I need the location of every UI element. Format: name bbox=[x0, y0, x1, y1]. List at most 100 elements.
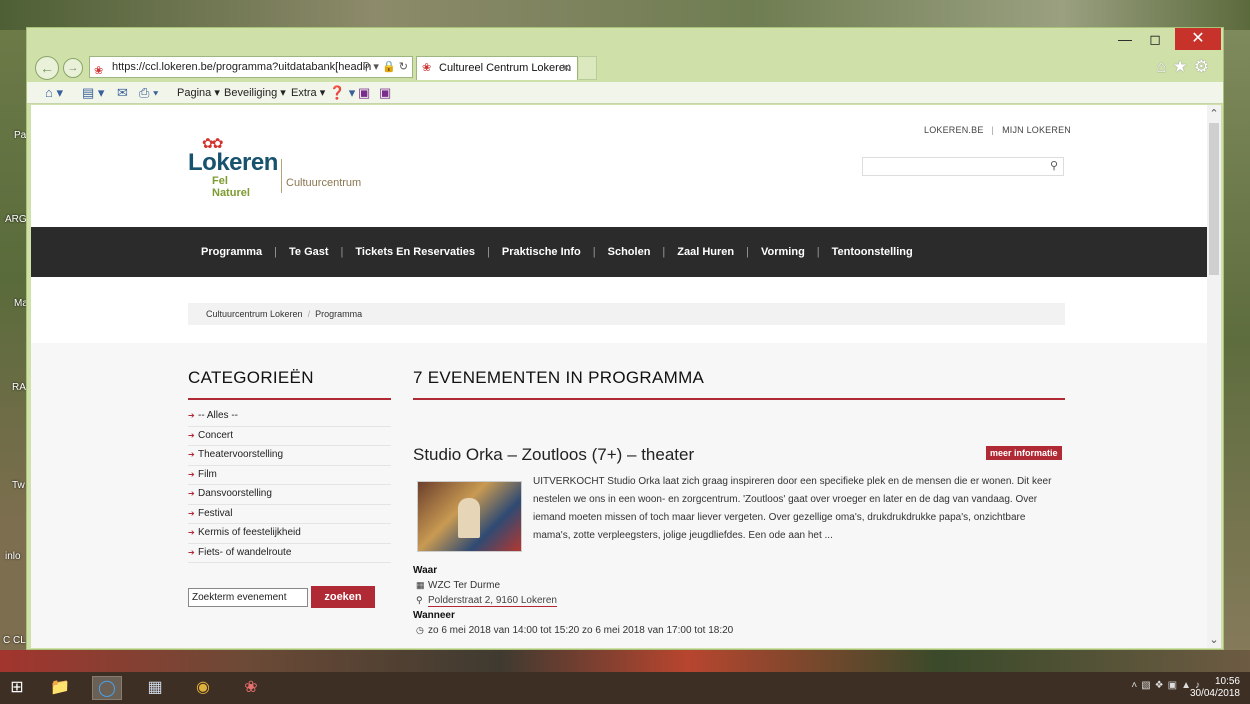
beveiliging-label: Beveiliging bbox=[224, 87, 278, 99]
separator: / bbox=[307, 309, 311, 319]
separator: | bbox=[340, 246, 344, 258]
link-lokeren-be[interactable]: LOKEREN.BE bbox=[924, 125, 984, 135]
nav-scholen[interactable]: Scholen bbox=[608, 246, 651, 258]
calculator-icon[interactable]: ▦ bbox=[140, 676, 170, 700]
dropbox-icon[interactable]: ❖ bbox=[1155, 680, 1168, 691]
file-explorer-icon[interactable]: 📁 bbox=[45, 676, 75, 700]
rss-icon[interactable]: ▤ ▾ bbox=[82, 85, 104, 101]
mail-icon[interactable]: ✉ bbox=[117, 85, 128, 101]
event-search-input[interactable] bbox=[188, 588, 308, 607]
category-item[interactable]: -- Alles -- bbox=[188, 407, 391, 427]
logo-sub-text: Fel Naturel bbox=[212, 175, 250, 199]
vertical-scrollbar[interactable]: ⌃ ⌄ bbox=[1207, 105, 1221, 648]
minimize-button[interactable]: — bbox=[1109, 28, 1141, 50]
print-icon[interactable]: ⎙ ▾ bbox=[139, 85, 158, 101]
events-count-title: 7 EVENEMENTEN IN PROGRAMMA bbox=[413, 368, 705, 387]
command-bar: ⌂ ▾ ▤ ▾ ✉ ⎙ ▾ Pagina ▾ Beveiliging ▾ Ext… bbox=[27, 82, 1223, 104]
desktop-label: Pa bbox=[14, 130, 27, 141]
scroll-up-icon[interactable]: ⌃ bbox=[1207, 107, 1221, 120]
help-icon[interactable]: ❓ ▾ bbox=[329, 85, 355, 101]
category-item[interactable]: Fiets- of wandelroute bbox=[188, 544, 391, 563]
page-viewport: LOKEREN.BE | MIJN LOKEREN ✿✿ Lokeren Fel N… bbox=[31, 105, 1207, 648]
event-datetime: zo 6 mei 2018 van 14:00 tot 15:20 zo 6 m… bbox=[428, 625, 734, 636]
tray-arrow-icon[interactable]: ˄ bbox=[1131, 680, 1141, 691]
nav-praktische-info[interactable]: Praktische Info bbox=[502, 246, 581, 258]
extra-menu[interactable]: Extra ▾ bbox=[291, 85, 325, 101]
nav-zaal-huren[interactable]: Zaal Huren bbox=[677, 246, 734, 258]
internet-explorer-icon[interactable]: ◯ bbox=[92, 676, 122, 700]
refresh-icon[interactable]: ↻ bbox=[399, 61, 408, 73]
tab-favicon-icon: ❀ bbox=[422, 62, 432, 74]
main-navigation: Programma | Te Gast | Tickets En Reservati… bbox=[31, 227, 1207, 277]
back-button[interactable]: ← bbox=[35, 56, 59, 80]
category-item[interactable]: Kermis of feestelijkheid bbox=[188, 524, 391, 544]
home-icon[interactable]: ⌂ ▾ bbox=[45, 85, 63, 101]
forward-button[interactable]: → bbox=[63, 58, 83, 78]
desktop-right bbox=[1223, 30, 1250, 650]
more-info-button[interactable]: meer informatie bbox=[986, 446, 1062, 460]
category-list: -- Alles -- Concert Theatervoorstelling … bbox=[188, 407, 391, 563]
onenote-send-icon[interactable]: ▣ bbox=[379, 85, 391, 101]
category-item[interactable]: Festival bbox=[188, 505, 391, 524]
desktop-label: ARG bbox=[5, 214, 27, 225]
paint-icon[interactable]: ❀ bbox=[236, 676, 266, 700]
category-item[interactable]: Film bbox=[188, 466, 391, 485]
taskbar-clock[interactable]: 10:56 30/04/2018 bbox=[1190, 676, 1240, 700]
zoeken-button[interactable]: zoeken bbox=[311, 586, 375, 608]
dropdown-icon[interactable]: ▾ bbox=[373, 61, 379, 73]
pdf-icon[interactable]: ▣ bbox=[1168, 680, 1181, 691]
site-search-input[interactable]: ⚲ bbox=[862, 157, 1064, 176]
title-bar: — ◻ ✕ bbox=[27, 28, 1223, 52]
category-item[interactable]: Dansvoorstelling bbox=[188, 485, 391, 505]
venue-address-link[interactable]: Polderstraat 2, 9160 Lokeren bbox=[428, 595, 557, 607]
link-mijn-lokeren[interactable]: MIJN LOKEREN bbox=[1002, 125, 1071, 135]
beveiliging-menu[interactable]: Beveiliging ▾ bbox=[224, 85, 286, 101]
logo-divider bbox=[281, 159, 282, 193]
address-bar[interactable]: ❀ https://ccl.lokeren.be/programma?uitda… bbox=[89, 56, 413, 78]
separator: | bbox=[487, 246, 490, 258]
windows-start-icon[interactable]: ⊞ bbox=[2, 676, 32, 700]
breadcrumb-band: Cultuurcentrum Lokeren / Programma bbox=[31, 277, 1207, 343]
event-title[interactable]: Studio Orka – Zoutloos (7+) – theater bbox=[413, 445, 694, 465]
separator: | bbox=[662, 246, 666, 258]
scroll-down-icon[interactable]: ⌄ bbox=[1207, 633, 1221, 646]
separator: | bbox=[274, 246, 277, 258]
taskbar: ⊞ 📁 ◯ ▦ ◉ ❀ ˄▧❖▣▲♪ 10:56 30/04/2018 bbox=[0, 672, 1250, 704]
tray-phone-icon[interactable]: ▧ bbox=[1141, 680, 1154, 691]
pagina-label: Pagina bbox=[177, 87, 212, 99]
search-icon[interactable]: ⚲ bbox=[362, 61, 370, 73]
nav-tentoonstelling[interactable]: Tentoonstelling bbox=[832, 246, 913, 258]
nav-te-gast[interactable]: Te Gast bbox=[289, 246, 329, 258]
desktop-label: C CL bbox=[3, 635, 26, 646]
desktop-bottom bbox=[0, 650, 1250, 672]
search-icon[interactable]: ⚲ bbox=[1050, 159, 1058, 172]
map-pin-icon: ⚲ bbox=[416, 595, 423, 605]
home-icon[interactable]: ⌂ bbox=[1156, 57, 1172, 76]
nav-programma[interactable]: Programma bbox=[201, 246, 262, 258]
chrome-icon[interactable]: ◉ bbox=[188, 676, 218, 700]
nav-vorming[interactable]: Vorming bbox=[761, 246, 805, 258]
lock-icon[interactable]: 🔒 bbox=[382, 61, 396, 73]
breadcrumb-current: Programma bbox=[315, 309, 363, 319]
pagina-menu[interactable]: Pagina ▾ bbox=[177, 85, 220, 101]
maximize-button[interactable]: ◻ bbox=[1139, 28, 1171, 50]
favorites-star-icon[interactable]: ★ bbox=[1173, 57, 1194, 76]
nav-tickets[interactable]: Tickets En Reservaties bbox=[355, 246, 475, 258]
logo-main-text: Lokeren bbox=[188, 149, 278, 176]
main-nav-items: Programma | Te Gast | Tickets En Reservati… bbox=[201, 227, 913, 277]
scroll-thumb[interactable] bbox=[1209, 123, 1219, 275]
event-image[interactable] bbox=[417, 481, 522, 552]
category-item[interactable]: Theatervoorstelling bbox=[188, 446, 391, 466]
tab-close-icon[interactable]: ✕ bbox=[561, 57, 571, 79]
gear-icon[interactable]: ⚙ bbox=[1194, 57, 1215, 76]
onenote-icon[interactable]: ▣ bbox=[358, 85, 370, 101]
browser-window: — ◻ ✕ ← → ❀ https://ccl.lokeren.be/progr… bbox=[26, 27, 1224, 650]
category-item[interactable]: Concert bbox=[188, 427, 391, 446]
main-content: CATEGORIEËN -- Alles -- Concert Theaterv… bbox=[31, 343, 1207, 648]
breadcrumb-home[interactable]: Cultuurcentrum Lokeren bbox=[206, 309, 303, 319]
breadcrumb: Cultuurcentrum Lokeren / Programma bbox=[188, 303, 1065, 325]
address-url: https://ccl.lokeren.be/programma?uitdata… bbox=[112, 61, 372, 73]
close-button[interactable]: ✕ bbox=[1175, 28, 1221, 50]
tab-cultureel-centrum[interactable]: ❀ Cultureel Centrum Lokeren ✕ bbox=[416, 56, 578, 80]
new-tab-button[interactable] bbox=[579, 56, 597, 80]
